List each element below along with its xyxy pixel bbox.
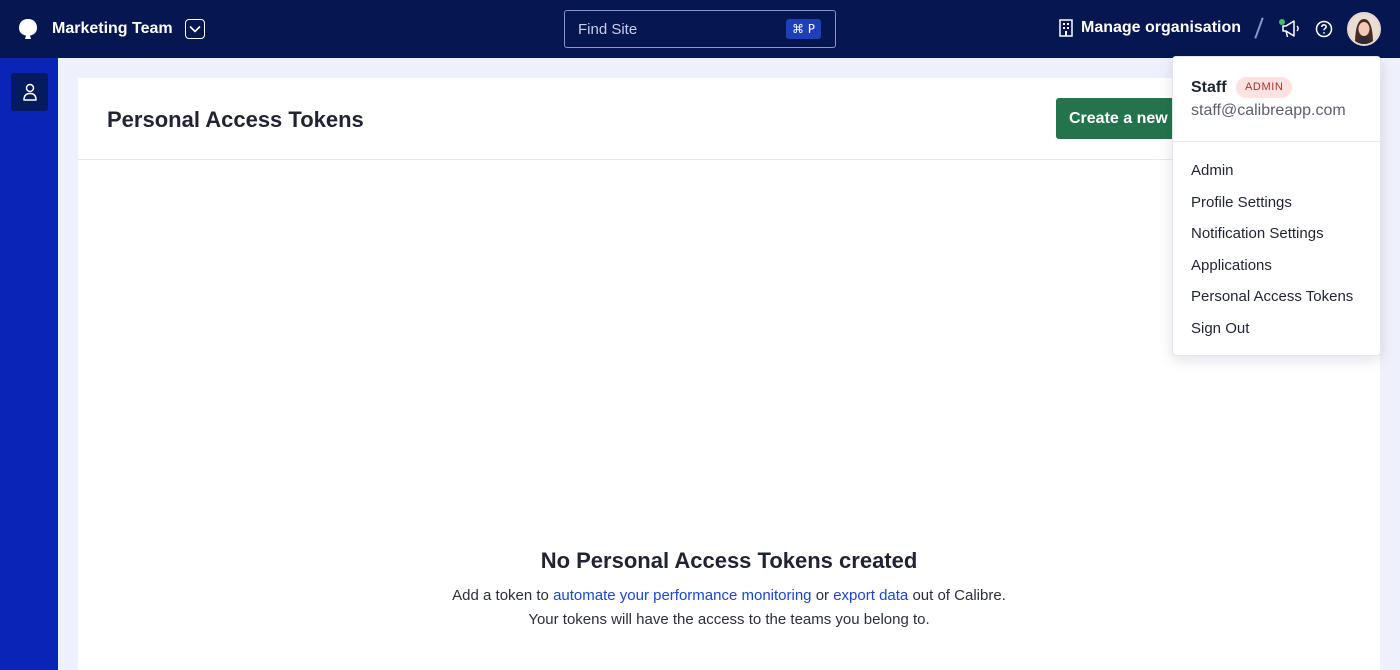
notification-dot xyxy=(1279,19,1285,25)
menu-item-admin[interactable]: Admin xyxy=(1173,160,1380,192)
user-name: Staff xyxy=(1191,79,1227,96)
team-name[interactable]: Marketing Team xyxy=(52,20,173,38)
admin-badge: ADMIN xyxy=(1236,77,1293,98)
empty-state-title: No Personal Access Tokens created xyxy=(540,548,918,573)
topbar-divider xyxy=(1254,17,1264,39)
menu-item-applications[interactable]: Applications xyxy=(1173,255,1380,287)
sidebar xyxy=(0,58,58,670)
building-icon xyxy=(1059,19,1073,37)
chevron-down-icon xyxy=(189,25,201,33)
manage-organisation-link[interactable]: Manage organisation xyxy=(1058,18,1241,38)
manage-organisation-label: Manage organisation xyxy=(1081,19,1242,36)
user-icon xyxy=(22,83,37,101)
export-data-link[interactable]: export data xyxy=(833,587,908,604)
sidebar-item-profile[interactable] xyxy=(11,73,48,111)
menu-item-personal-access-tokens[interactable]: Personal Access Tokens xyxy=(1173,286,1380,318)
page-title: Personal Access Tokens xyxy=(107,107,364,132)
user-dropdown-menu: Staff ADMIN staff@calibreapp.com Admin P… xyxy=(1172,56,1381,356)
empty-desc-text-1: Add a token to xyxy=(452,587,554,604)
help-circle-icon[interactable] xyxy=(1315,20,1333,38)
avatar-image xyxy=(1349,14,1379,44)
search-shortcut-hint: ⌘ P xyxy=(785,19,821,39)
user-menu-items: Admin Profile Settings Notification Sett… xyxy=(1173,160,1380,350)
find-site-input[interactable] xyxy=(578,19,778,39)
menu-item-sign-out[interactable]: Sign Out xyxy=(1173,318,1380,350)
find-site-search[interactable]: ⌘ P xyxy=(564,10,836,48)
top-navigation-bar: Marketing Team ⌘ P Manage organisation xyxy=(0,0,1400,58)
empty-desc-text-2: or xyxy=(811,587,834,604)
automate-monitoring-link[interactable]: automate your performance monitoring xyxy=(553,587,811,604)
calibre-logo-icon[interactable] xyxy=(17,18,39,40)
team-switcher-button[interactable] xyxy=(185,19,205,39)
empty-state-description: Add a token to automate your performance… xyxy=(448,584,1010,632)
user-menu-header: Staff ADMIN staff@calibreapp.com xyxy=(1173,57,1380,142)
user-email: staff@calibreapp.com xyxy=(1191,102,1346,119)
menu-item-notification-settings[interactable]: Notification Settings xyxy=(1173,223,1380,255)
menu-item-profile-settings[interactable]: Profile Settings xyxy=(1173,192,1380,224)
user-avatar[interactable] xyxy=(1347,12,1381,46)
